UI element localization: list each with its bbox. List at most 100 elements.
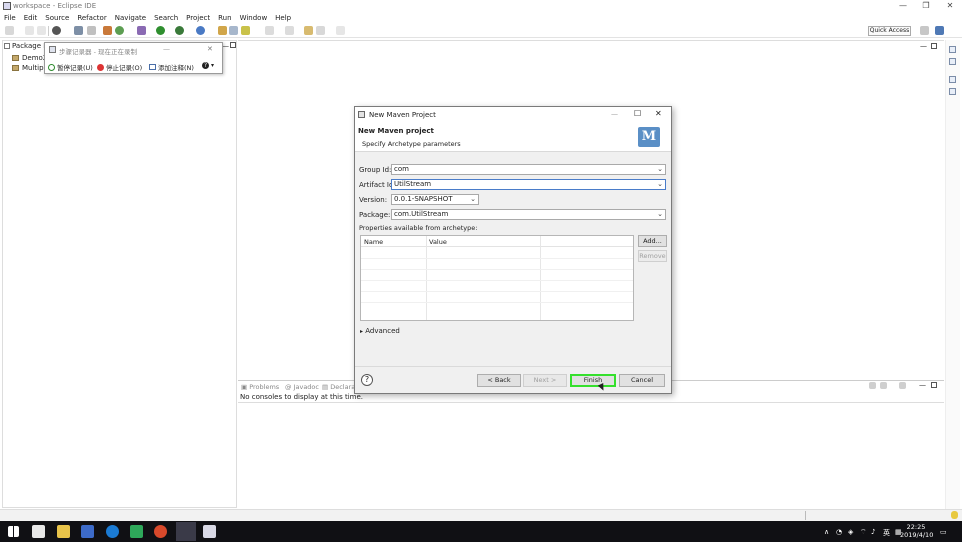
new-java-package-icon[interactable] bbox=[218, 26, 227, 35]
console-maximize-icon[interactable] bbox=[931, 382, 937, 388]
console-minimize-icon[interactable]: — bbox=[919, 381, 926, 389]
next-annotation-icon[interactable] bbox=[265, 26, 274, 35]
back-icon[interactable] bbox=[316, 26, 325, 35]
chevron-down-icon: ⌄ bbox=[470, 195, 476, 203]
cancel-button[interactable]: Cancel bbox=[619, 374, 665, 387]
wifi-icon[interactable]: ⌔ bbox=[860, 528, 867, 537]
dialog-close-icon[interactable]: ✕ bbox=[655, 109, 662, 118]
remove-property-button[interactable]: Remove bbox=[638, 250, 667, 262]
package-explorer-tab[interactable]: Package E bbox=[4, 42, 48, 50]
tab-problems[interactable]: ▣ Problems bbox=[241, 383, 279, 391]
minimize-icon[interactable]: — bbox=[893, 1, 913, 10]
outline-icon[interactable] bbox=[949, 58, 956, 65]
java-perspective-icon[interactable] bbox=[935, 26, 944, 35]
add-comment-button[interactable]: 添加注释(N) bbox=[149, 62, 194, 72]
view-maximize-icon[interactable] bbox=[230, 42, 236, 48]
build-icon[interactable] bbox=[103, 26, 112, 35]
volume-icon[interactable]: ♪ bbox=[871, 528, 875, 536]
steps-recorder-close-icon[interactable]: ✕ bbox=[207, 45, 213, 53]
restore-icon[interactable]: ❐ bbox=[916, 1, 936, 10]
package-combo[interactable]: com.UtilStream ⌄ bbox=[391, 209, 666, 220]
open-type-icon[interactable] bbox=[241, 26, 250, 35]
edge-browser-icon[interactable] bbox=[106, 525, 119, 538]
external-tools-icon[interactable] bbox=[196, 26, 205, 35]
stop-record-button[interactable]: 停止记录(O) bbox=[97, 62, 142, 72]
menu-refactor[interactable]: Refactor bbox=[73, 13, 110, 24]
console-open-icon[interactable] bbox=[899, 382, 906, 389]
new-icon[interactable] bbox=[5, 26, 14, 35]
artifact-id-combo[interactable]: UtilStream ⌄ bbox=[391, 179, 666, 190]
menu-run[interactable]: Run bbox=[214, 13, 235, 24]
menu-search[interactable]: Search bbox=[150, 13, 182, 24]
dialog-help-icon[interactable]: ? bbox=[361, 374, 373, 386]
console-new-icon[interactable] bbox=[869, 382, 876, 389]
chrome-browser-icon[interactable] bbox=[154, 525, 167, 538]
version-combo[interactable]: 0.0.1-SNAPSHOT ⌄ bbox=[391, 194, 479, 205]
row-divider bbox=[361, 302, 633, 303]
quick-access-field[interactable]: Quick Access bbox=[868, 26, 911, 36]
editor-maximize-icon[interactable] bbox=[931, 43, 937, 49]
menu-help[interactable]: Help bbox=[271, 13, 295, 24]
tree-item-multipl[interactable]: Multipl bbox=[12, 64, 46, 72]
skip-breakpoints-icon[interactable] bbox=[87, 26, 96, 35]
forward-icon[interactable] bbox=[336, 26, 345, 35]
network-icon[interactable]: ◔ bbox=[836, 528, 842, 536]
taskbar-clock[interactable]: 22:25 2019/4/10 bbox=[900, 523, 933, 539]
last-edit-location-icon[interactable] bbox=[304, 26, 313, 35]
menu-source[interactable]: Source bbox=[41, 13, 73, 24]
coverage-icon[interactable] bbox=[175, 26, 184, 35]
minimized-view-icon[interactable] bbox=[949, 76, 956, 83]
terminal-icon[interactable] bbox=[74, 26, 83, 35]
steps-recorder-taskbar-icon[interactable] bbox=[203, 525, 216, 538]
eclipse-taskbar-icon[interactable] bbox=[176, 522, 196, 541]
tree-item-demo2[interactable]: Demo2 bbox=[12, 54, 47, 62]
prev-annotation-icon[interactable] bbox=[285, 26, 294, 35]
steps-recorder-help-button[interactable]: ? ▾ bbox=[202, 62, 214, 69]
finish-button[interactable]: Finish bbox=[570, 374, 616, 387]
visual-studio-icon[interactable] bbox=[81, 525, 94, 538]
tab-javadoc[interactable]: @ Javadoc bbox=[285, 383, 319, 391]
console-display-icon[interactable] bbox=[880, 382, 887, 389]
chevron-down-icon: ⌄ bbox=[657, 165, 663, 173]
tip-lightbulb-icon[interactable] bbox=[951, 511, 958, 519]
debug-config-icon[interactable] bbox=[52, 26, 61, 35]
back-button[interactable]: < Back bbox=[477, 374, 521, 387]
run-icon[interactable] bbox=[156, 26, 165, 35]
next-button[interactable]: Next > bbox=[523, 374, 567, 387]
security-icon[interactable]: ◈ bbox=[848, 528, 853, 536]
pause-record-button[interactable]: 暂停记录(U) bbox=[48, 62, 93, 72]
menu-window[interactable]: Window bbox=[236, 13, 272, 24]
menu-file[interactable]: File bbox=[0, 13, 20, 24]
menu-edit[interactable]: Edit bbox=[20, 13, 42, 24]
dialog-heading: New Maven project bbox=[358, 127, 434, 135]
refresh-icon[interactable] bbox=[115, 26, 124, 35]
save-all-icon[interactable] bbox=[37, 26, 46, 35]
menu-project[interactable]: Project bbox=[182, 13, 214, 24]
ime-language[interactable]: 英 bbox=[883, 528, 890, 538]
dialog-minimize-icon[interactable]: — bbox=[611, 110, 618, 118]
add-property-button[interactable]: Add... bbox=[638, 235, 667, 247]
dialog-maximize-icon[interactable]: ☐ bbox=[634, 109, 641, 118]
new-java-class-icon[interactable] bbox=[229, 26, 238, 35]
mail-icon[interactable] bbox=[32, 525, 45, 538]
start-windows-icon[interactable] bbox=[8, 526, 19, 537]
minimized-outline-icon[interactable] bbox=[949, 88, 956, 95]
tray-expand-icon[interactable]: ∧ bbox=[824, 528, 829, 536]
close-icon[interactable]: ✕ bbox=[940, 1, 960, 10]
media-player-icon[interactable] bbox=[130, 525, 143, 538]
advanced-section-toggle[interactable]: ▸ Advanced bbox=[360, 327, 400, 335]
open-perspective-icon[interactable] bbox=[920, 26, 929, 35]
group-id-combo[interactable]: com ⌄ bbox=[391, 164, 666, 175]
view-minimize-icon[interactable]: — bbox=[222, 42, 229, 50]
file-explorer-icon[interactable] bbox=[57, 525, 70, 538]
task-list-icon[interactable] bbox=[949, 46, 956, 53]
menu-navigate[interactable]: Navigate bbox=[111, 13, 150, 24]
project-folder-icon bbox=[12, 65, 19, 71]
properties-table[interactable]: Name Value bbox=[360, 235, 634, 321]
debug-icon[interactable] bbox=[137, 26, 146, 35]
notification-icon[interactable]: ▭ bbox=[940, 528, 947, 536]
save-icon[interactable] bbox=[25, 26, 34, 35]
steps-recorder-minimize-icon[interactable]: — bbox=[163, 45, 170, 53]
editor-minimize-icon[interactable]: — bbox=[920, 42, 927, 50]
tab-declaration[interactable]: ▤ Declara bbox=[322, 383, 355, 391]
